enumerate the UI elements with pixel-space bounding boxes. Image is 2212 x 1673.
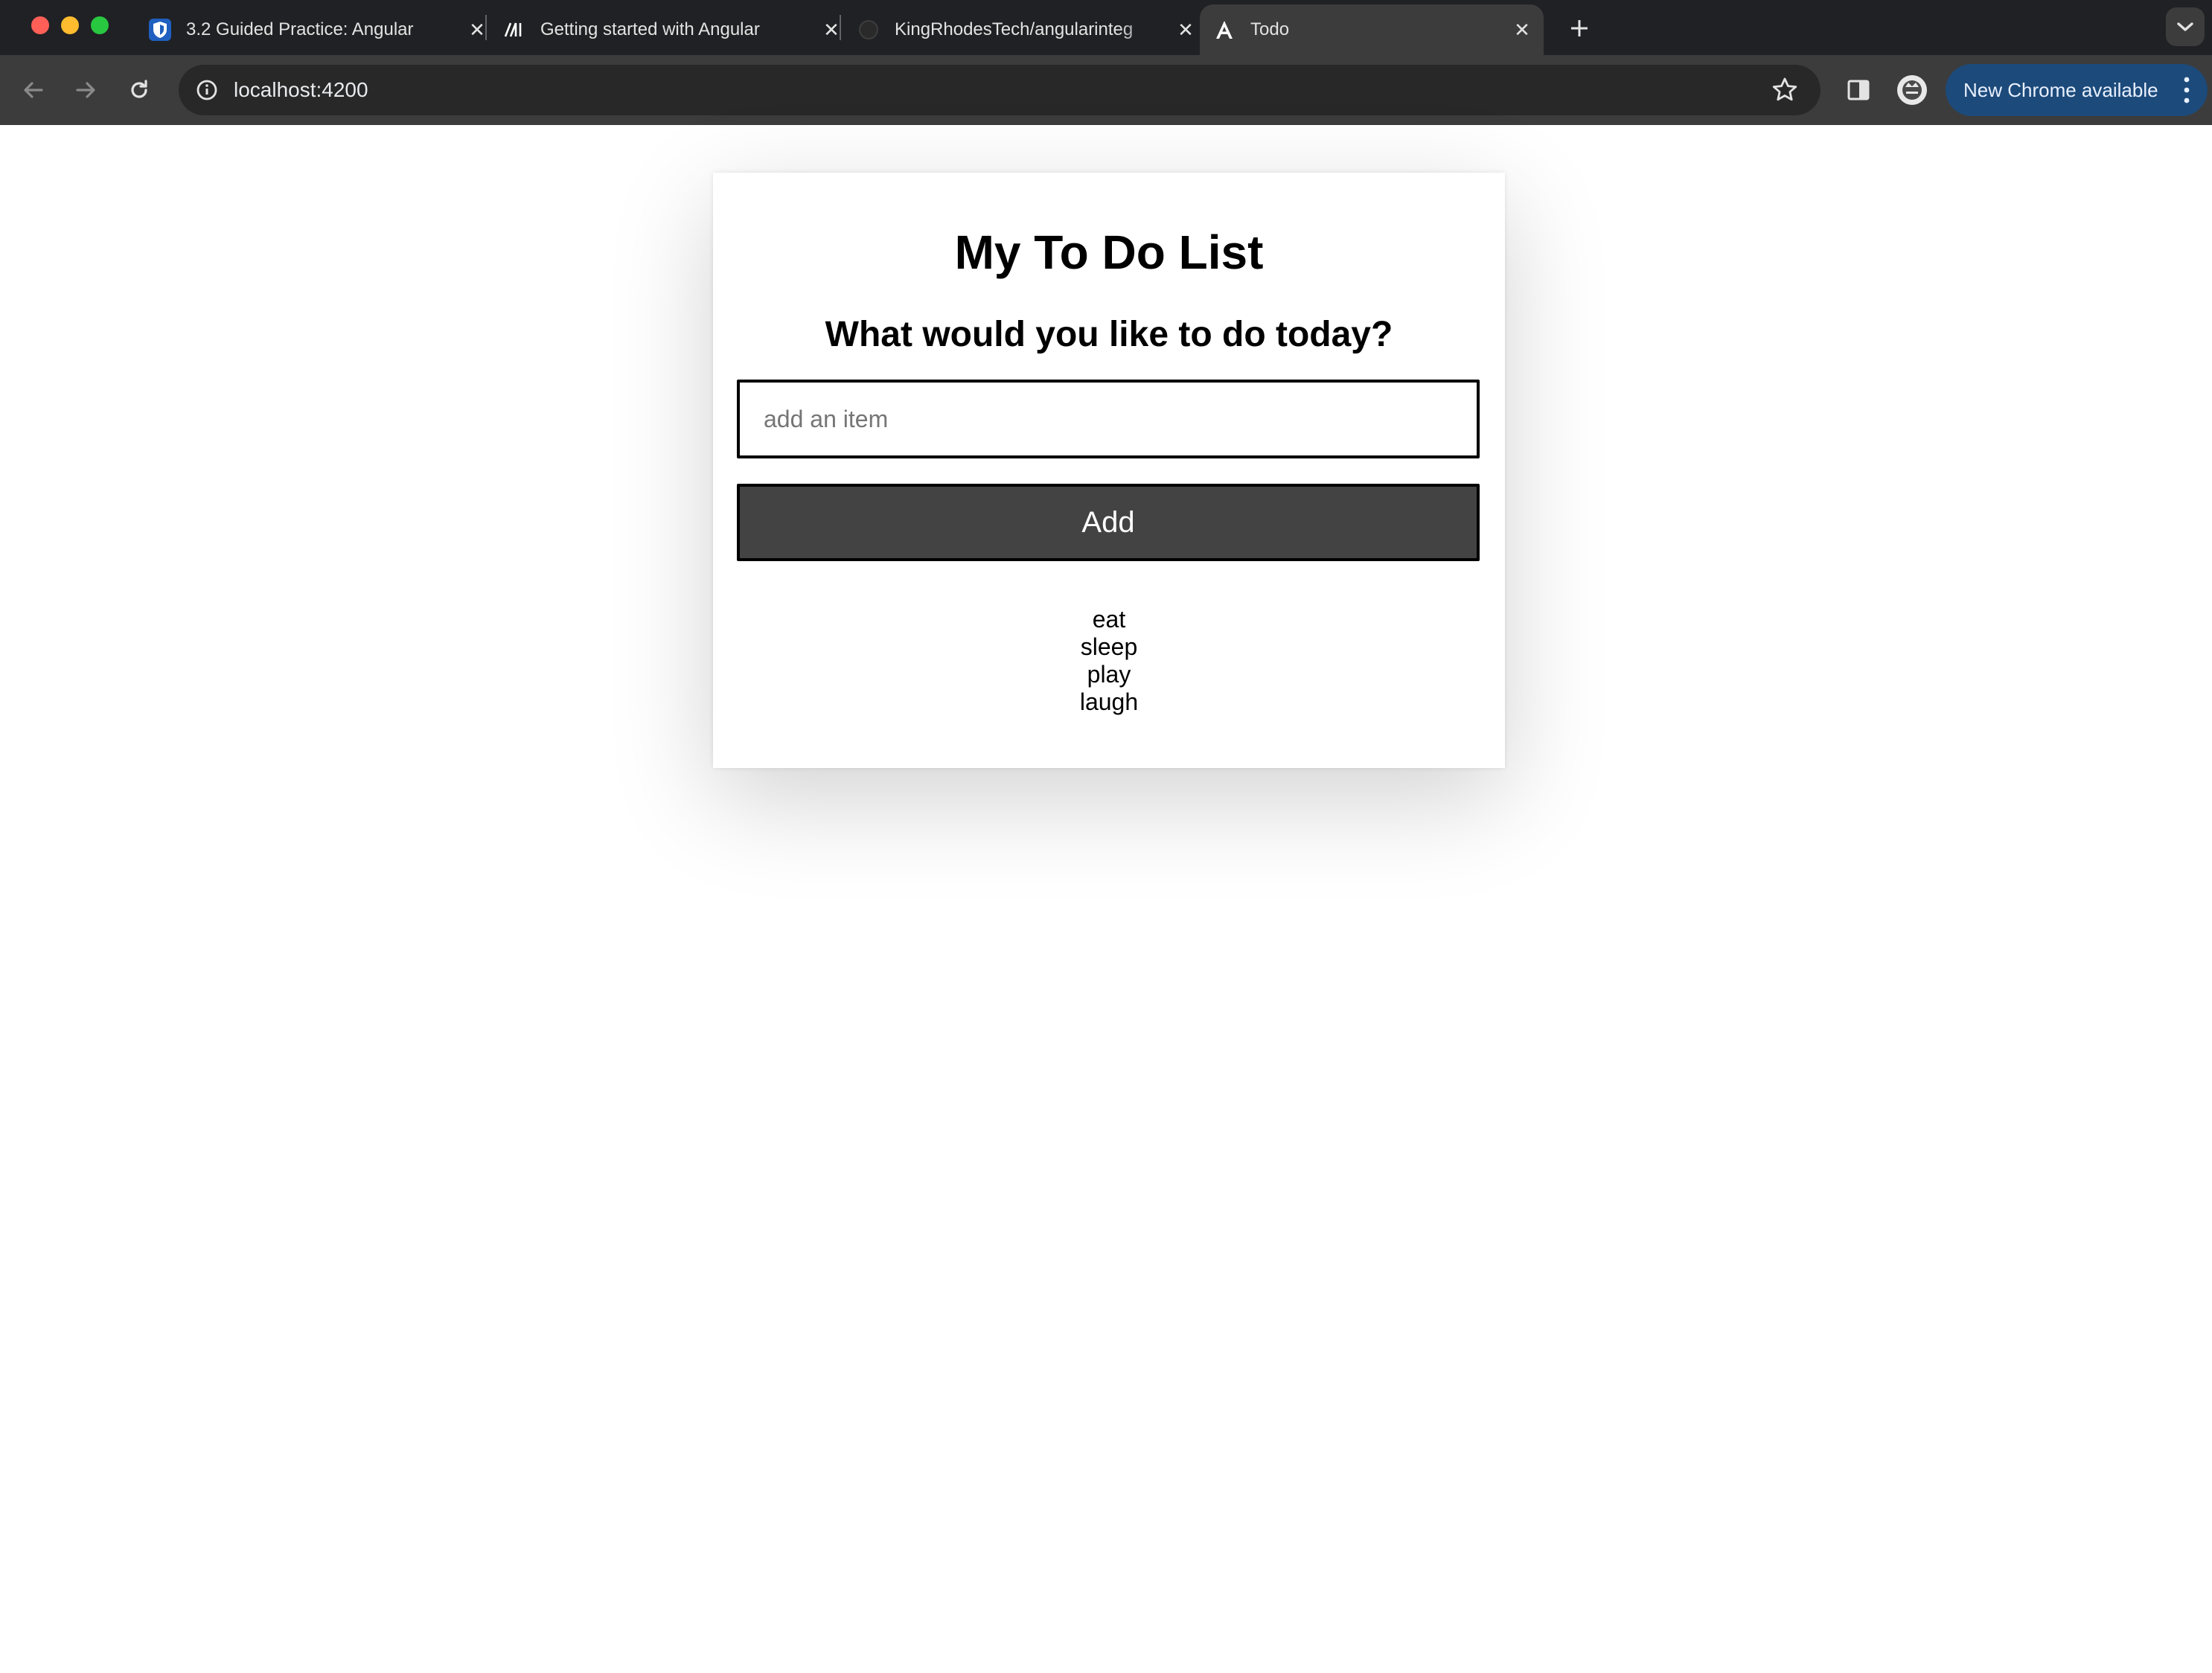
tab-title: KingRhodesTech/angularinteg [895,19,1134,39]
todo-card: My To Do List What would you like to do … [713,173,1505,768]
page-subtitle: What would you like to do today? [825,315,1393,354]
window-close-button[interactable] [31,16,49,34]
forward-button[interactable] [65,70,106,110]
tab-title: Todo [1250,19,1290,39]
reload-button[interactable] [119,70,159,110]
tab-divider [840,15,841,40]
add-item-input[interactable] [737,380,1480,458]
back-arrow-icon [24,82,43,98]
new-tab-button[interactable] [1561,10,1597,46]
todo-item: play [1087,661,1131,688]
plus-icon [1571,20,1588,36]
update-chrome-button[interactable]: New Chrome available [1946,64,2208,116]
todo-item: eat [1092,606,1126,633]
add-button[interactable]: Add [737,484,1480,561]
browser-tab-active[interactable]: Todo ✕ [1200,4,1544,55]
browser-toolbar: localhost:4200 New Chrome available [0,55,2212,125]
address-bar[interactable]: localhost:4200 [179,65,1821,115]
chevron-down-icon [2177,22,2193,31]
page-title: My To Do List [954,225,1264,279]
browser-tab[interactable]: Getting started with Angular ✕ [503,4,853,55]
site-info-icon[interactable] [189,72,225,108]
todo-list: eat sleep play laugh [713,606,1505,716]
angular-icon [1213,19,1236,41]
profile-avatar[interactable] [1892,70,1932,110]
bookmark-star-icon[interactable] [1770,75,1800,105]
close-icon[interactable]: ✕ [1511,19,1533,41]
window-maximize-button[interactable] [91,16,109,34]
mdn-icon [503,19,525,41]
todo-item: sleep [1080,633,1138,660]
forward-arrow-icon [76,82,95,98]
more-options-icon[interactable] [2179,73,2194,107]
tab-divider [485,15,487,40]
browser-tab-strip: 3.2 Guided Practice: Angular ✕ Getting s… [0,0,2212,55]
tab-search-button[interactable] [2166,7,2205,46]
browser-tab[interactable]: KingRhodesTech/angularinteg ✕ [857,4,1207,55]
tab-title: Getting started with Angular [540,19,760,39]
window-minimize-button[interactable] [61,16,79,34]
todo-item: laugh [1079,688,1139,715]
reload-icon [131,80,147,98]
update-label: New Chrome available [1963,78,2158,101]
url-text[interactable]: localhost:4200 [234,65,368,115]
browser-tab[interactable]: 3.2 Guided Practice: Angular ✕ [149,4,499,55]
github-icon [857,19,880,41]
tab-title: 3.2 Guided Practice: Angular [186,19,414,39]
side-panel-button[interactable] [1838,70,1879,110]
shield-icon [149,19,171,41]
avatar-icon [1897,75,1927,105]
back-button[interactable] [13,70,54,110]
close-icon[interactable]: ✕ [1174,19,1197,41]
side-panel-icon [1847,80,1870,100]
